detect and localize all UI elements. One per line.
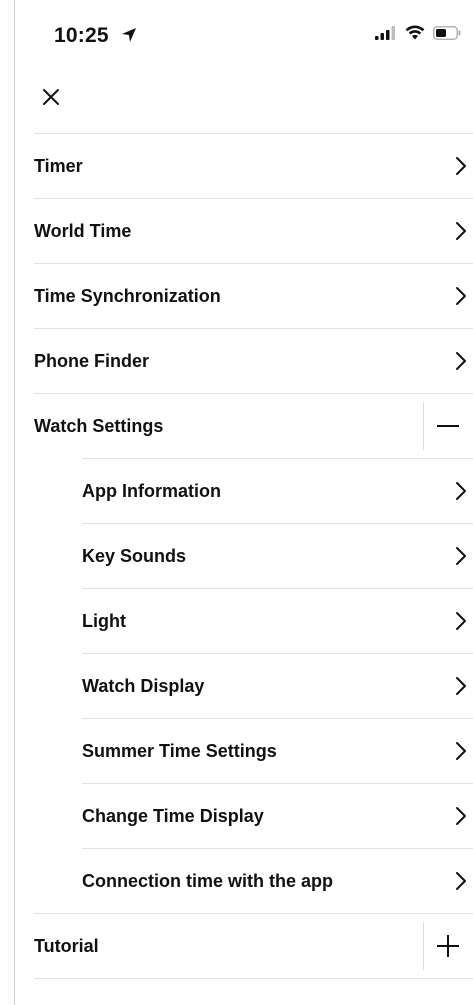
menu-item-app-information[interactable]: App Information bbox=[82, 458, 473, 523]
menu-item-connection-time-with-the-app[interactable]: Connection time with the app bbox=[82, 848, 473, 913]
frame-border bbox=[14, 0, 15, 1005]
menu-item-change-time-display[interactable]: Change Time Display bbox=[82, 783, 473, 848]
chevron-right-icon bbox=[453, 480, 469, 502]
menu-item-time-synchronization[interactable]: Time Synchronization bbox=[34, 263, 473, 328]
status-bar: 10:25 bbox=[14, 0, 473, 70]
menu-bottom-divider bbox=[34, 978, 473, 980]
settings-menu: Timer World Time Time Synchronization Phone… bbox=[34, 133, 473, 980]
menu-item-label: World Time bbox=[34, 220, 132, 241]
chevron-right-icon bbox=[453, 870, 469, 892]
toggle-divider bbox=[423, 402, 424, 450]
menu-item-label: Watch Settings bbox=[34, 415, 164, 436]
menu-item-label: Time Synchronization bbox=[34, 285, 221, 306]
minus-icon bbox=[437, 424, 459, 428]
menu-item-label: Light bbox=[82, 610, 126, 631]
menu-item-world-time[interactable]: World Time bbox=[34, 198, 473, 263]
plus-icon bbox=[437, 935, 459, 957]
menu-item-label: Timer bbox=[34, 155, 83, 176]
menu-item-label: Change Time Display bbox=[82, 805, 264, 826]
menu-item-watch-settings[interactable]: Watch Settings bbox=[34, 393, 473, 458]
menu-item-label: Summer Time Settings bbox=[82, 740, 277, 761]
menu-item-key-sounds[interactable]: Key Sounds bbox=[82, 523, 473, 588]
menu-item-label: Tutorial bbox=[34, 935, 99, 956]
menu-item-summer-time-settings[interactable]: Summer Time Settings bbox=[82, 718, 473, 783]
menu-item-label: Connection time with the app bbox=[82, 870, 333, 891]
location-arrow-icon bbox=[121, 25, 137, 49]
menu-item-label: Phone Finder bbox=[34, 350, 150, 371]
chevron-right-icon bbox=[453, 350, 469, 372]
menu-item-phone-finder[interactable]: Phone Finder bbox=[34, 328, 473, 393]
menu-item-label: Watch Display bbox=[82, 675, 205, 696]
status-time-text: 10:25 bbox=[54, 24, 109, 47]
chevron-right-icon bbox=[453, 740, 469, 762]
wifi-icon bbox=[405, 25, 425, 45]
close-button[interactable] bbox=[36, 84, 66, 114]
menu-item-label: App Information bbox=[82, 480, 221, 501]
menu-item-tutorial[interactable]: Tutorial bbox=[34, 913, 473, 978]
chevron-right-icon bbox=[453, 285, 469, 307]
cellular-signal-icon bbox=[375, 25, 397, 45]
menu-item-label: Key Sounds bbox=[82, 545, 187, 566]
toggle-divider bbox=[423, 922, 424, 970]
expand-button[interactable] bbox=[423, 914, 473, 978]
collapse-button[interactable] bbox=[423, 394, 473, 458]
chevron-right-icon bbox=[453, 220, 469, 242]
battery-icon bbox=[433, 25, 461, 45]
status-time: 10:25 bbox=[54, 24, 137, 49]
menu-item-watch-display[interactable]: Watch Display bbox=[82, 653, 473, 718]
chevron-right-icon bbox=[453, 155, 469, 177]
status-icons bbox=[375, 25, 461, 45]
chevron-right-icon bbox=[453, 805, 469, 827]
chevron-right-icon bbox=[453, 610, 469, 632]
close-icon bbox=[42, 88, 60, 111]
menu-item-timer[interactable]: Timer bbox=[34, 133, 473, 198]
chevron-right-icon bbox=[453, 675, 469, 697]
chevron-right-icon bbox=[453, 545, 469, 567]
menu-item-light[interactable]: Light bbox=[82, 588, 473, 653]
